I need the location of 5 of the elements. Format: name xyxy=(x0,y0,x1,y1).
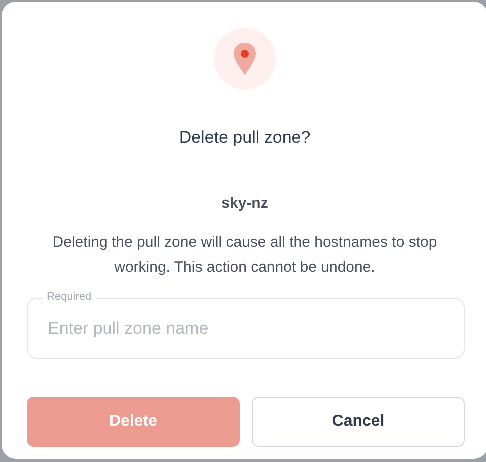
dialog-title: Delete pull zone? xyxy=(179,127,311,149)
field-label: Required xyxy=(43,291,96,304)
zone-name: sky-nz xyxy=(222,194,268,214)
cancel-button[interactable]: Cancel xyxy=(252,397,465,447)
warning-message: Deleting the pull zone will cause all the hostnames to stop working. This action cannot be undone. xyxy=(52,233,438,278)
